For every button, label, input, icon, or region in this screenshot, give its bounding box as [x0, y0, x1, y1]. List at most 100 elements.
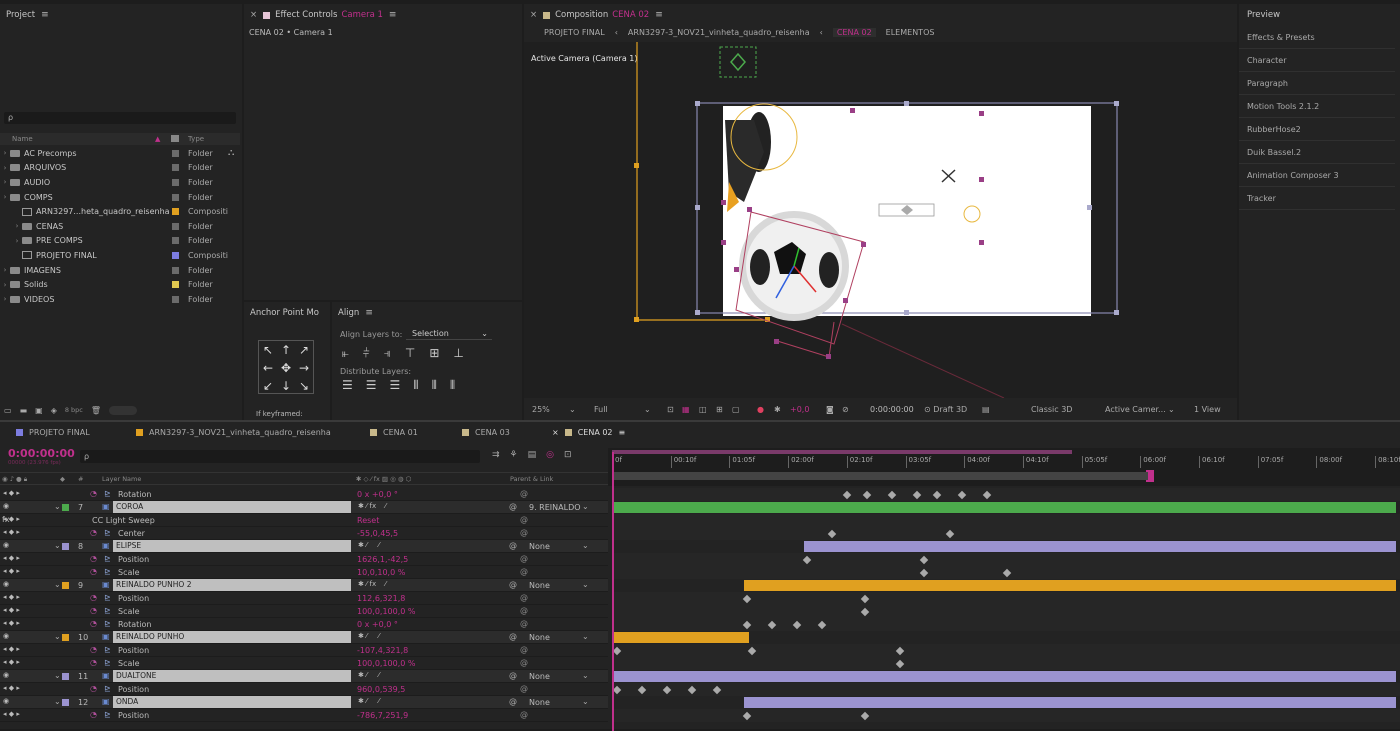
- comp-viewer[interactable]: Active Camera (Camera 1): [524, 42, 1237, 398]
- visibility-eye-icon[interactable]: ◉: [3, 697, 9, 705]
- new-comp-icon[interactable]: ▣: [35, 406, 43, 415]
- delete-icon[interactable]: 🗑︎: [91, 406, 101, 415]
- layer-label-swatch[interactable]: [62, 504, 69, 511]
- project-item[interactable]: › ARQUIVOS Folder: [0, 161, 240, 176]
- breadcrumb-elementos[interactable]: ELEMENTOS: [886, 28, 935, 37]
- mask-visibility-icon[interactable]: ◫: [699, 405, 707, 414]
- property-row[interactable]: ◂ ◆ ▸ ◔ ⊵ Position 1626,1,-42,5 @: [0, 553, 1400, 566]
- twirl-down-icon[interactable]: ⌄: [54, 541, 61, 550]
- property-value[interactable]: 10,0,10,0 %: [357, 568, 405, 577]
- graph-icon[interactable]: ⊵: [104, 554, 111, 563]
- distribute-vcenter-icon[interactable]: ☰: [366, 378, 377, 393]
- align-to-select[interactable]: Selection ⌄: [406, 327, 492, 340]
- expand-chevron-icon[interactable]: ›: [0, 164, 10, 172]
- distribute-top-icon[interactable]: ☰: [342, 378, 353, 393]
- timeline-tab[interactable]: × CENA 02 ≡: [552, 428, 625, 437]
- col-name-header[interactable]: Name: [12, 133, 33, 145]
- breadcrumb-projeto-final[interactable]: PROJETO FINAL: [544, 28, 605, 37]
- comp-timecode[interactable]: 0:00:00:00: [870, 405, 914, 414]
- project-item[interactable]: › CENAS Folder: [0, 219, 240, 234]
- right-panel-item[interactable]: Duik Bassel.2: [1239, 141, 1395, 164]
- project-search-input[interactable]: ρ: [4, 112, 236, 124]
- anchor-left-icon[interactable]: ←: [259, 359, 277, 377]
- graph-editor-icon[interactable]: ⊡: [564, 450, 572, 460]
- layer-label-swatch[interactable]: [62, 543, 69, 550]
- pickwhip-icon[interactable]: @: [520, 619, 528, 628]
- close-icon[interactable]: ×: [530, 10, 537, 20]
- project-settings-icon[interactable]: ◈: [51, 406, 57, 415]
- distribute-bottom-icon[interactable]: ☰: [390, 378, 401, 393]
- frame-blending-icon[interactable]: ▤: [528, 450, 537, 460]
- parent-select[interactable]: None: [529, 542, 550, 551]
- safe-zones-icon[interactable]: ▢: [732, 405, 740, 414]
- property-row[interactable]: ◂ ◆ ▸ ◔ ⊵ Scale 100,0,100,0 % @: [0, 657, 1400, 670]
- label-swatch[interactable]: [172, 295, 179, 303]
- property-value[interactable]: 0 x +0,0 °: [357, 620, 398, 629]
- project-item[interactable]: › AC Precomps Folder: [0, 146, 240, 161]
- pickwhip-icon[interactable]: @: [509, 502, 517, 511]
- label-swatch[interactable]: [172, 149, 179, 157]
- align-vcenter-icon[interactable]: ⊞: [429, 346, 439, 361]
- align-hcenter-icon[interactable]: ⫩: [363, 346, 370, 361]
- panel-menu-icon[interactable]: ≡: [655, 10, 663, 20]
- distribute-hcenter-icon[interactable]: ⦀: [432, 378, 437, 393]
- property-value[interactable]: 1626,1,-42,5: [357, 555, 408, 564]
- layer-row[interactable]: ◉ ⌄ 11 ▣ DUALTONE ✱ ⁄ ⁄ @ None ⌄: [0, 670, 1400, 683]
- property-value[interactable]: 100,0,100,0 %: [357, 607, 416, 616]
- layer-duration-bar[interactable]: [744, 697, 1396, 708]
- anchor-center-icon[interactable]: ✥: [277, 359, 295, 377]
- layer-name-header[interactable]: Layer Name: [102, 473, 141, 486]
- pickwhip-icon[interactable]: @: [520, 593, 528, 602]
- pickwhip-icon[interactable]: @: [509, 697, 517, 706]
- keyframe-nav-icon[interactable]: ◂ ◆ ▸: [3, 645, 20, 653]
- pickwhip-icon[interactable]: @: [520, 554, 528, 563]
- property-row[interactable]: ◂ ◆ ▸ ◔ ⊵ Position 112,6,321,8 @: [0, 592, 1400, 605]
- layer-row[interactable]: ◉ ⌄ 9 ▣ REINALDO PUNHO 2 ✱ ⁄ fx ⁄ @ None ⌄: [0, 579, 1400, 592]
- graph-icon[interactable]: ⊵: [104, 489, 111, 498]
- project-item[interactable]: › PRE COMPS Folder: [0, 234, 240, 249]
- label-swatch[interactable]: [172, 266, 179, 274]
- property-row[interactable]: ◂ ◆ ▸ ◔ ⊵ Scale 10,0,10,0 % @: [0, 566, 1400, 579]
- label-swatch[interactable]: [172, 164, 179, 172]
- align-left-icon[interactable]: ⫦: [342, 346, 349, 361]
- twirl-down-icon[interactable]: ⌄: [54, 671, 61, 680]
- resolution-select[interactable]: Full: [594, 405, 608, 414]
- breadcrumb-cena-02[interactable]: CENA 02: [832, 28, 876, 37]
- flowchart-icon[interactable]: ⛬: [228, 148, 234, 158]
- parent-link-header[interactable]: Parent & Link: [510, 473, 553, 486]
- visibility-eye-icon[interactable]: ◉: [3, 502, 9, 510]
- timeline-timecode[interactable]: 0:00:00:00: [8, 447, 75, 460]
- property-value[interactable]: 100,0,100,0 %: [357, 659, 416, 668]
- right-panel-item[interactable]: Animation Composer 3: [1239, 164, 1395, 187]
- label-swatch[interactable]: [172, 251, 179, 259]
- project-item[interactable]: › AUDIO Folder: [0, 175, 240, 190]
- layer-switches[interactable]: ✱ ⁄ ⁄: [358, 697, 380, 705]
- grid-icon[interactable]: ⊞: [716, 405, 723, 414]
- project-item[interactable]: ARN3297...heta_quadro_reisenha Compositi: [0, 204, 240, 219]
- graph-icon[interactable]: ⊵: [104, 658, 111, 667]
- stopwatch-icon[interactable]: ◔: [90, 554, 97, 563]
- timeline-tab[interactable]: CENA 01: [370, 428, 418, 437]
- draft-3d-toggle[interactable]: ⊙ Draft 3D: [924, 405, 967, 414]
- layer-duration-bar[interactable]: [614, 502, 1396, 513]
- layer-duration-bar[interactable]: [614, 671, 1396, 682]
- twirl-down-icon[interactable]: ⌄: [54, 580, 61, 589]
- view-layout-select[interactable]: 1 View: [1194, 405, 1221, 414]
- time-ruler[interactable]: 0f 00:10f 01:05f 02:00f 02:10f 03:05f 04:00f 04…: [608, 448, 1400, 486]
- keyframe-nav-icon[interactable]: ◂ ◆ ▸: [3, 606, 20, 614]
- layer-row[interactable]: ◉ ⌄ 12 ▣ ONDA ✱ ⁄ ⁄ @ None ⌄: [0, 696, 1400, 709]
- anchor-top-right-icon[interactable]: ↗: [295, 341, 313, 359]
- right-panel-item[interactable]: Motion Tools 2.1.2: [1239, 95, 1395, 118]
- expand-chevron-icon[interactable]: ›: [0, 193, 10, 201]
- pickwhip-icon[interactable]: @: [520, 515, 528, 524]
- parent-select[interactable]: 9. REINALDO: [529, 503, 581, 512]
- right-panel-item[interactable]: Effects & Presets: [1239, 26, 1395, 49]
- anchor-bottom-left-icon[interactable]: ↙: [259, 377, 277, 395]
- stopwatch-icon[interactable]: ◔: [90, 593, 97, 602]
- new-folder-icon[interactable]: ▬: [20, 406, 28, 415]
- layer-name[interactable]: COROA: [113, 501, 351, 513]
- panel-menu-icon[interactable]: ≡: [41, 10, 49, 20]
- parent-select[interactable]: None: [529, 672, 550, 681]
- region-icon[interactable]: ⊡: [667, 405, 674, 414]
- align-right-icon[interactable]: ⫣: [384, 346, 391, 361]
